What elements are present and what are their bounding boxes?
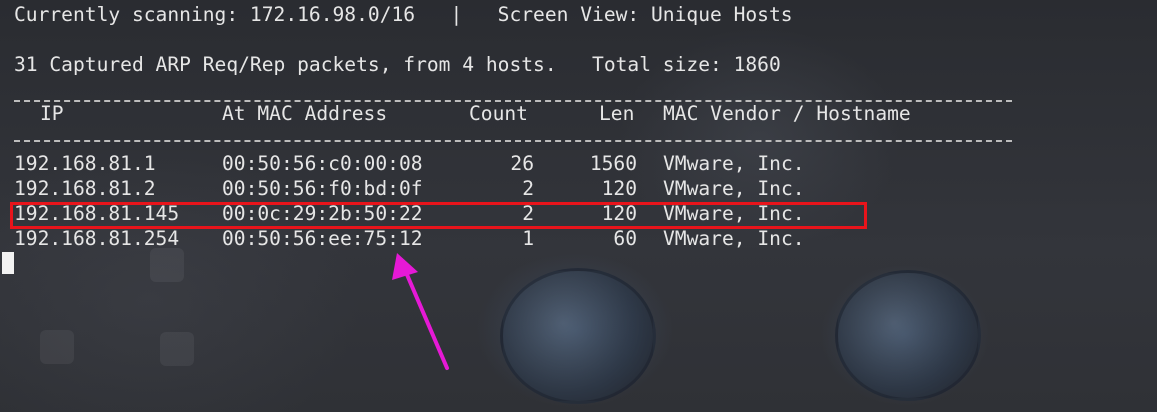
- terminal-window[interactable]: Currently scanning: 172.16.98.0/16 | Scr…: [0, 0, 1157, 412]
- annotation-arrow: [392, 253, 449, 370]
